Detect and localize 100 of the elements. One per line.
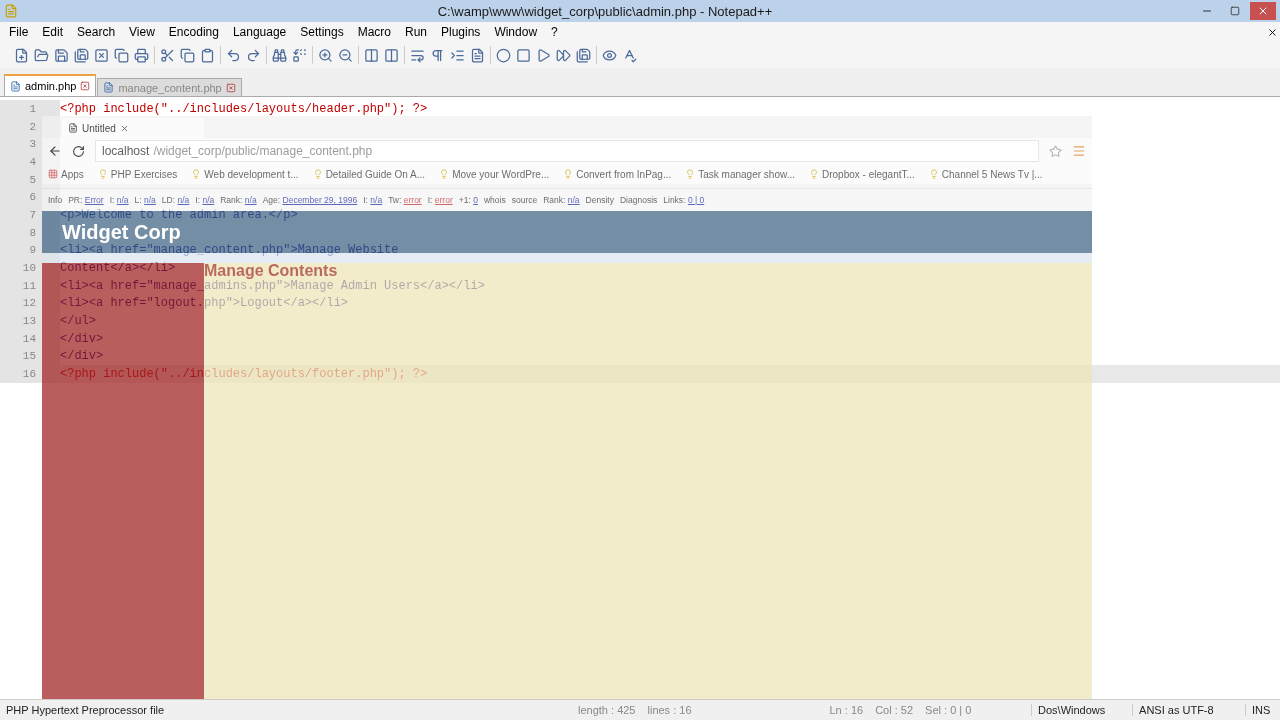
seo-item[interactable]: PR: Error — [68, 195, 104, 205]
record-icon[interactable] — [496, 47, 511, 63]
menu-item[interactable]: Window — [487, 25, 545, 39]
seo-item[interactable]: source — [511, 195, 538, 205]
seo-item[interactable]: LD: n/a — [161, 195, 190, 205]
apps-grid-icon — [48, 169, 58, 179]
encoding: ANSI as UTF-8 — [1132, 704, 1246, 716]
seo-item[interactable]: L: n/a — [134, 195, 156, 205]
file-type: PHP Hypertext Preprocessor file — [5, 704, 166, 716]
code-line: <?php include("../includes/layouts/header.php"); ?> — [60, 101, 428, 116]
seo-item[interactable]: Rank: n/a — [220, 195, 257, 205]
code-line: </ul> — [60, 314, 96, 329]
word-wrap-icon[interactable] — [410, 47, 425, 63]
bookmark[interactable]: Channel 5 News Tv |... — [928, 168, 1043, 180]
column-info: Col : 52 — [874, 704, 915, 716]
menu-item[interactable]: Edit — [35, 25, 71, 39]
copy-icon[interactable] — [180, 47, 195, 63]
play-icon[interactable] — [536, 47, 551, 63]
seo-item[interactable]: Tw: error — [388, 195, 422, 205]
cut-icon[interactable] — [160, 47, 175, 63]
close-button[interactable] — [1250, 2, 1276, 20]
print-icon[interactable] — [134, 47, 149, 63]
menu-item[interactable]: Run — [398, 25, 434, 39]
page-heading: Manage Contents — [204, 263, 339, 279]
menu-item[interactable]: Macro — [350, 25, 398, 39]
code-line: </div> — [60, 349, 104, 364]
seo-item[interactable]: Age: December 29, 1996 — [262, 195, 358, 205]
file-icon — [10, 80, 21, 92]
bulb-icon — [809, 169, 819, 179]
bulb-icon — [928, 169, 939, 179]
bulb-icon — [439, 169, 450, 179]
close-file-icon[interactable] — [94, 47, 109, 63]
fast-forward-icon[interactable] — [556, 47, 571, 63]
find-icon[interactable] — [272, 47, 287, 63]
seo-item[interactable]: whois — [483, 195, 506, 205]
seo-item[interactable]: Density — [585, 195, 614, 205]
file-tab[interactable]: admin.php — [4, 74, 97, 96]
menu-item[interactable]: Language — [225, 25, 294, 39]
save-icon[interactable] — [54, 47, 69, 63]
paste-icon[interactable] — [200, 47, 215, 63]
menu-item[interactable]: View — [122, 25, 162, 39]
lines-info: lines : 16 — [646, 704, 693, 716]
close-icon — [1257, 5, 1269, 17]
spell-check-icon[interactable] — [622, 47, 637, 63]
bulb-icon — [685, 169, 696, 179]
seo-item[interactable]: Rank: n/a — [543, 195, 580, 205]
bookmark[interactable]: Task manager show... — [685, 168, 795, 180]
file-icon — [103, 82, 115, 93]
bookmark[interactable]: Convert from InPag... — [563, 168, 672, 180]
redo-icon[interactable] — [246, 47, 261, 63]
seo-item[interactable]: I: n/a — [109, 195, 129, 205]
bookmark[interactable]: Detailed Guide On A... — [312, 168, 426, 180]
seo-item[interactable]: I: n/a — [195, 195, 215, 205]
code-line: </div> — [60, 331, 104, 346]
back-icon[interactable] — [48, 144, 62, 158]
bookmark[interactable]: Web development t... — [191, 168, 299, 180]
star-icon[interactable] — [1049, 144, 1062, 158]
seo-item[interactable]: +1: 0 — [458, 195, 478, 205]
pilcrow-icon[interactable] — [430, 47, 445, 63]
seo-item[interactable]: I: error — [427, 195, 453, 205]
code-line: Content</a></li> — [60, 261, 176, 276]
seo-item[interactable]: Links: 0 | 0 — [663, 195, 705, 205]
code-line: <p>Welcome to the admin area.</p> — [60, 207, 298, 222]
close-icon[interactable] — [1267, 26, 1278, 38]
eol-format: Dos\Windows — [1031, 704, 1133, 716]
new-file-icon[interactable] — [14, 47, 29, 63]
menu-item[interactable]: Search — [70, 25, 123, 39]
seo-item[interactable]: Diagnosis — [619, 195, 658, 205]
address-bar[interactable]: localhost /widget_corp/public/manage_content.php — [95, 140, 1039, 162]
replace-icon[interactable] — [292, 47, 307, 63]
page-icon — [68, 123, 78, 133]
seo-item[interactable]: I: n/a — [363, 195, 383, 205]
zoom-in-icon[interactable] — [318, 47, 333, 63]
length-info: length : 425 — [577, 704, 637, 716]
bulb-icon — [191, 169, 202, 179]
bookmark[interactable]: Dropbox - elegantT... — [809, 168, 915, 180]
stop-icon[interactable] — [516, 47, 531, 63]
line-info: Ln : 16 — [828, 704, 865, 716]
folder-icon[interactable] — [34, 47, 49, 63]
menu-item[interactable]: File — [2, 25, 36, 39]
menu-item[interactable]: Settings — [293, 25, 351, 39]
maximize-icon — [1230, 6, 1240, 16]
menu-item[interactable]: Encoding — [161, 25, 226, 39]
save-all-icon[interactable] — [74, 47, 89, 63]
reload-icon[interactable] — [72, 144, 85, 158]
menu-item[interactable]: Plugins — [434, 25, 488, 39]
bulb-icon — [97, 169, 108, 179]
menu-item[interactable]: ? — [544, 25, 565, 39]
insert-mode: INS — [1245, 704, 1277, 716]
bulb-icon — [563, 169, 574, 179]
seo-item[interactable]: Info — [48, 195, 63, 205]
zoom-out-icon[interactable] — [338, 47, 353, 63]
line-number: 1 — [0, 100, 60, 118]
undo-icon[interactable] — [226, 47, 241, 63]
bulb-icon — [312, 169, 323, 179]
window-title: C:\wamp\www\widget_corp\public\admin.php - Notepad++ — [436, 3, 774, 19]
selection-info: Sel : 0 | 0 — [924, 704, 973, 716]
bookmark[interactable]: PHP Exercises — [97, 168, 178, 180]
bookmark[interactable]: Move your WordPre... — [439, 168, 550, 180]
browser-tab[interactable]: Untitled — [62, 118, 204, 138]
